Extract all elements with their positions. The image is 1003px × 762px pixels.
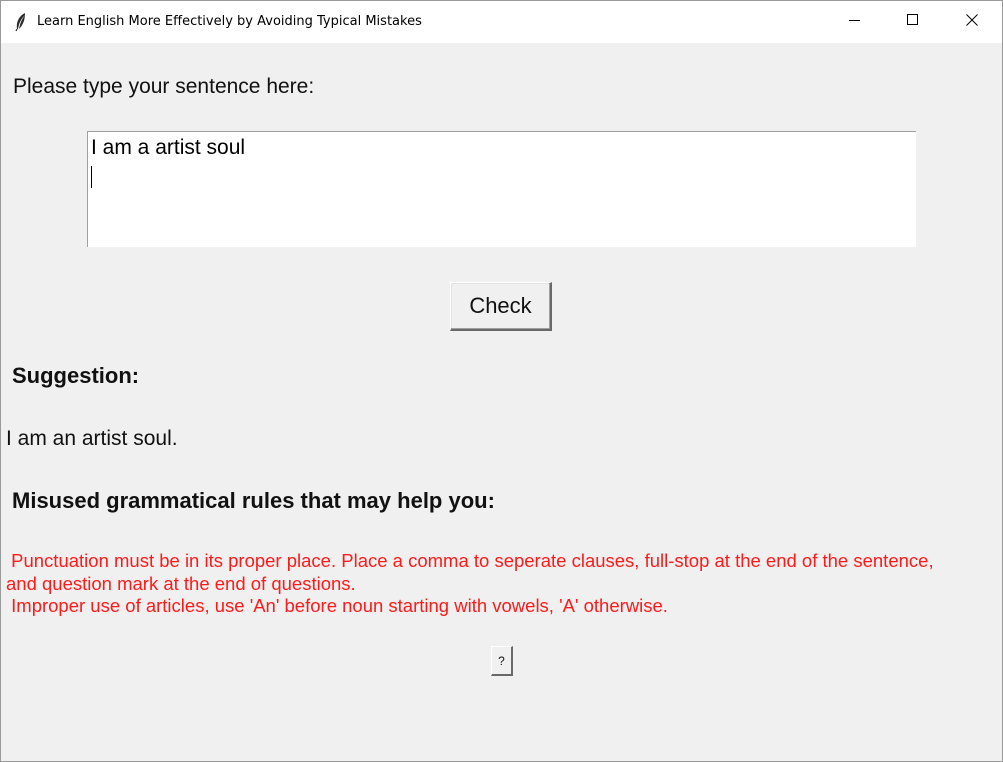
check-button[interactable]: Check <box>450 282 552 331</box>
text-caret <box>91 166 92 188</box>
help-button[interactable]: ? <box>491 646 513 676</box>
minimize-icon <box>849 13 861 31</box>
window-title: Learn English More Effectively by Avoidi… <box>37 14 422 29</box>
app-window: Learn English More Effectively by Avoidi… <box>0 0 1003 762</box>
maximize-icon <box>907 13 919 31</box>
close-icon <box>966 13 978 31</box>
maximize-button[interactable] <box>884 1 942 43</box>
suggestion-heading: Suggestion: <box>12 363 140 388</box>
close-button[interactable] <box>943 1 1001 43</box>
rules-heading: Misused grammatical rules that may help … <box>12 488 495 513</box>
sentence-input-value: I am a artist soul <box>91 136 246 159</box>
rule-line: Punctuation must be in its proper place.… <box>6 550 934 571</box>
rule-line: Improper use of articles, use 'An' befor… <box>6 595 668 616</box>
feather-icon <box>13 12 29 32</box>
sentence-input[interactable]: I am a artist soul <box>87 131 916 247</box>
title-bar[interactable]: Learn English More Effectively by Avoidi… <box>1 1 1002 43</box>
suggestion-text: I am an artist soul. <box>6 427 178 450</box>
rule-line: and question mark at the end of question… <box>6 572 356 594</box>
rules-list: Punctuation must be in its proper place.… <box>6 550 996 618</box>
minimize-button[interactable] <box>826 1 884 43</box>
sentence-prompt-label: Please type your sentence here: <box>13 75 315 98</box>
